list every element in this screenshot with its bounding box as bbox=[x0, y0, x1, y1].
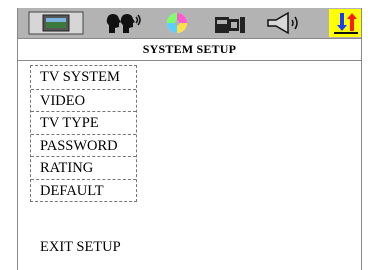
menu-item-rating[interactable]: RATING bbox=[31, 156, 136, 179]
speaker-system-icon bbox=[215, 17, 245, 33]
menu-item-tv-type[interactable]: TV TYPE bbox=[31, 111, 136, 134]
tab-speaker-setup[interactable] bbox=[213, 11, 247, 35]
speaker-sound-icon bbox=[267, 11, 298, 35]
tab-audio-setup[interactable] bbox=[264, 11, 304, 35]
category-tab-bar bbox=[18, 8, 361, 38]
speaking-heads-icon bbox=[106, 14, 141, 33]
tab-preferences[interactable] bbox=[329, 9, 361, 37]
setup-panel: SYSTEM SETUP TV SYSTEM VIDEO TV TYPE PAS… bbox=[17, 8, 362, 270]
tab-general[interactable] bbox=[28, 11, 84, 35]
preferences-arrows-icon bbox=[334, 13, 358, 34]
setup-menu: TV SYSTEM VIDEO TV TYPE PASSWORD RATING … bbox=[30, 65, 137, 202]
monitor-icon bbox=[28, 11, 84, 35]
tab-disc[interactable] bbox=[163, 11, 191, 35]
menu-item-video[interactable]: VIDEO bbox=[31, 88, 136, 112]
menu-item-default[interactable]: DEFAULT bbox=[31, 178, 136, 202]
page-title: SYSTEM SETUP bbox=[18, 38, 361, 61]
menu-item-password[interactable]: PASSWORD bbox=[31, 133, 136, 157]
exit-setup-button[interactable]: EXIT SETUP bbox=[40, 239, 121, 256]
disc-icon bbox=[167, 13, 187, 33]
tab-audio-language[interactable] bbox=[103, 11, 143, 35]
menu-item-tv-system[interactable]: TV SYSTEM bbox=[31, 66, 136, 89]
